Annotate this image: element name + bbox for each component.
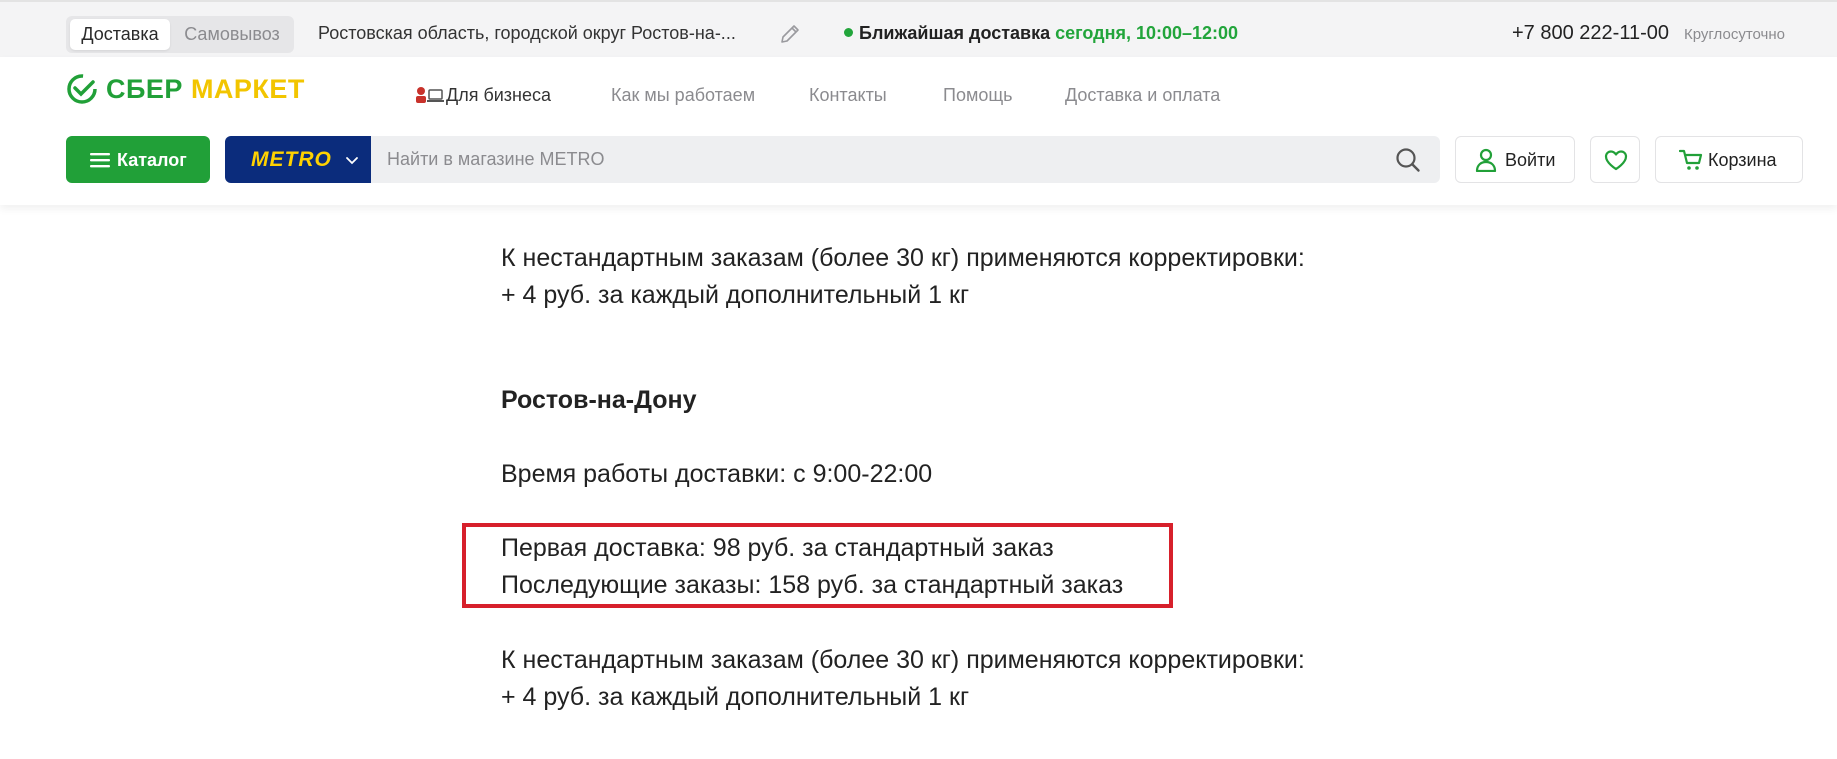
cart-icon <box>1679 149 1703 170</box>
store-name: METRO <box>251 148 332 171</box>
favorites-button[interactable] <box>1590 136 1640 183</box>
burger-menu-icon <box>90 153 110 168</box>
site-header: СБЕР МАРКЕТ Для бизнеса Как мы работаем … <box>0 57 1837 205</box>
logo-text-sber: СБЕР <box>106 73 183 104</box>
mode-delivery-button[interactable]: Доставка <box>70 19 170 50</box>
chevron-down-icon <box>346 157 358 165</box>
catalog-label: Каталог <box>117 150 187 170</box>
nav-delivery-payment[interactable]: Доставка и оплата <box>1065 85 1220 106</box>
delivery-work-hours: Время работы доставки: с 9:00-22:00 <box>501 460 933 488</box>
adjustment-rate-bottom: + 4 руб. за каждый дополнительный 1 кг <box>501 683 970 711</box>
search-bar: METRO <box>225 136 1440 183</box>
heart-icon <box>1604 150 1628 171</box>
nav-contacts[interactable]: Контакты <box>809 85 887 106</box>
nav-help[interactable]: Помощь <box>943 85 1013 106</box>
city-title: Ростов-на-Дону <box>501 386 697 414</box>
store-selector[interactable]: METRO <box>225 136 371 183</box>
delivery-mode-switch: Доставка Самовывоз <box>66 16 294 53</box>
login-label: Войти <box>1505 150 1556 170</box>
nearest-delivery-label: Ближайшая доставка <box>859 23 1051 43</box>
delivery-address[interactable]: Ростовская область, городской округ Рост… <box>318 23 736 44</box>
adjustment-text-top: К нестандартным заказам (более 30 кг) пр… <box>501 244 1305 272</box>
support-phone[interactable]: +7 800 222-11-00 <box>1512 22 1669 45</box>
mode-pickup-button[interactable]: Самовывоз <box>174 19 290 50</box>
adjustment-rate-top: + 4 руб. за каждый дополнительный 1 кг <box>501 281 970 309</box>
sber-logo-icon <box>67 74 97 104</box>
cart-button[interactable]: Корзина <box>1655 136 1803 183</box>
pencil-icon[interactable] <box>778 22 802 46</box>
highlight-annotation-box <box>462 523 1173 608</box>
nav-business-label: Для бизнеса <box>446 85 552 105</box>
user-icon <box>1475 148 1497 172</box>
search-icon[interactable] <box>1395 147 1421 173</box>
support-hours: Круглосуточно <box>1684 26 1785 43</box>
logo-text-market: МАРКЕТ <box>190 73 305 104</box>
nearest-delivery-time: сегодня, 10:00–12:00 <box>1055 23 1239 43</box>
adjustment-text-bottom: К нестандартным заказам (более 30 кг) пр… <box>501 646 1305 674</box>
nearest-delivery-info: Ближайшая доставка сегодня, 10:00–12:00 <box>844 23 1238 44</box>
cart-label: Корзина <box>1708 150 1777 170</box>
nav-how-we-work[interactable]: Как мы работаем <box>611 85 755 106</box>
top-bar: Доставка Самовывоз Ростовская область, г… <box>0 0 1837 57</box>
business-icon <box>416 87 444 103</box>
nav-business[interactable]: Для бизнеса <box>414 85 551 106</box>
login-button[interactable]: Войти <box>1455 136 1575 183</box>
status-dot-icon <box>844 28 853 37</box>
sbermarket-logo[interactable]: СБЕР МАРКЕТ <box>66 73 305 105</box>
search-input[interactable] <box>371 136 1376 183</box>
catalog-button[interactable]: Каталог <box>66 136 210 183</box>
